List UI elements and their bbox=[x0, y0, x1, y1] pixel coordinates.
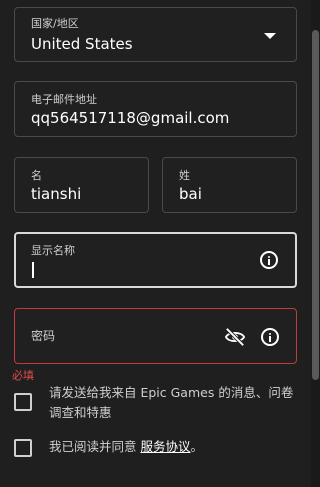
email-field[interactable]: 电子邮件地址 qq564517118@gmail.com bbox=[14, 81, 297, 137]
terms-suffix: 。 bbox=[190, 439, 204, 454]
first-name-label: 名 bbox=[31, 169, 42, 182]
eye-off-icon[interactable] bbox=[224, 327, 246, 347]
first-name-field[interactable]: 名 tianshi bbox=[14, 157, 149, 213]
text-caret bbox=[32, 262, 34, 278]
signup-form: 国家/地区 United States 电子邮件地址 qq564517118@g… bbox=[0, 0, 320, 487]
password-error-text: 必填 bbox=[12, 369, 34, 382]
first-name-value: tianshi bbox=[31, 185, 82, 203]
email-label: 电子邮件地址 bbox=[31, 93, 97, 106]
country-value: United States bbox=[31, 35, 133, 53]
country-select[interactable]: 国家/地区 United States bbox=[14, 7, 297, 62]
info-icon[interactable] bbox=[260, 251, 278, 269]
chevron-down-icon bbox=[264, 33, 276, 39]
last-name-value: bai bbox=[179, 185, 202, 203]
scrollbar-thumb[interactable] bbox=[312, 30, 319, 380]
terms-consent-row[interactable]: 我已阅读并同意 服务协议。 bbox=[14, 437, 304, 459]
password-label: 密码 bbox=[31, 329, 56, 343]
country-label: 国家/地区 bbox=[31, 17, 79, 30]
terms-consent-text: 我已阅读并同意 服务协议。 bbox=[49, 437, 203, 457]
info-icon[interactable] bbox=[261, 328, 279, 346]
last-name-label: 姓 bbox=[179, 169, 190, 182]
display-name-label: 显示名称 bbox=[31, 244, 75, 257]
email-value: qq564517118@gmail.com bbox=[31, 109, 230, 127]
password-field[interactable]: 密码 bbox=[14, 308, 297, 364]
scrollbar-track[interactable] bbox=[311, 0, 320, 487]
display-name-field[interactable]: 显示名称 bbox=[14, 232, 297, 288]
promo-consent-text: 请发送给我来自 Epic Games 的消息、问卷调查和特惠 bbox=[49, 385, 294, 420]
promo-checkbox[interactable] bbox=[14, 393, 32, 411]
terms-checkbox[interactable] bbox=[14, 439, 32, 457]
last-name-field[interactable]: 姓 bai bbox=[162, 157, 297, 213]
terms-of-service-link[interactable]: 服务协议 bbox=[140, 439, 190, 454]
promo-consent-row[interactable]: 请发送给我来自 Epic Games 的消息、问卷调查和特惠 bbox=[14, 383, 304, 423]
terms-prefix: 我已阅读并同意 bbox=[49, 439, 141, 454]
